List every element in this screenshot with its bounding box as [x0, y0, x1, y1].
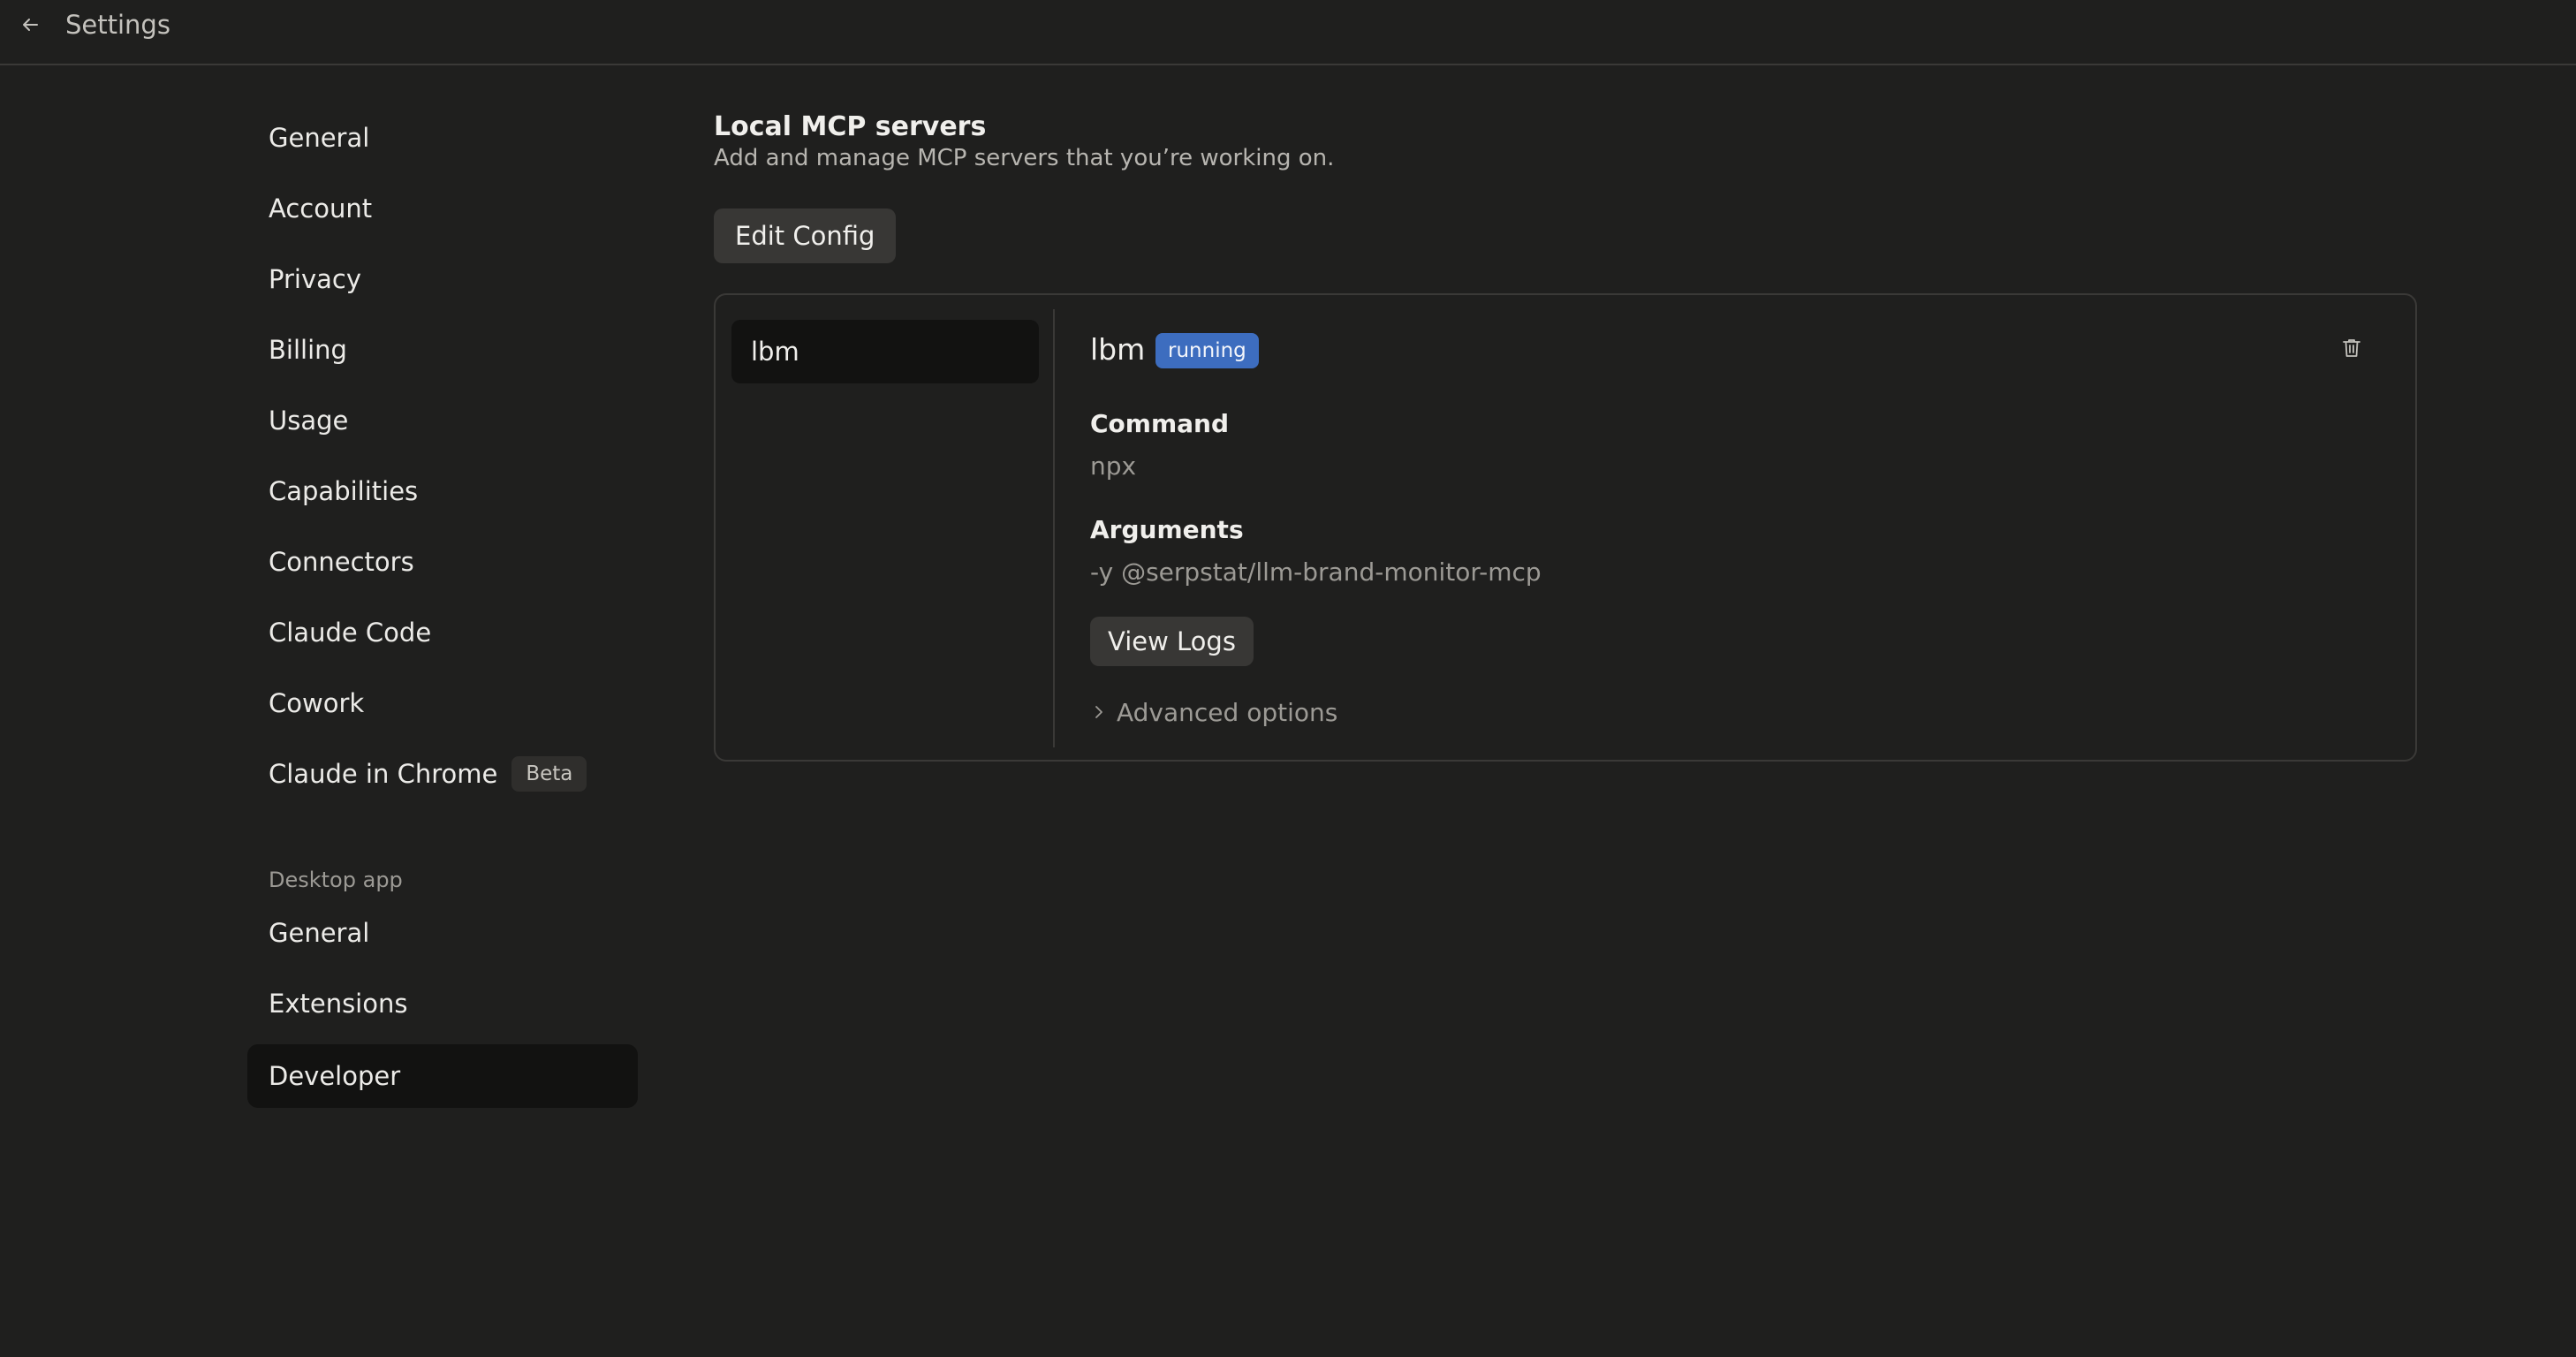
command-value: npx: [1090, 451, 1137, 481]
back-button[interactable]: [16, 11, 44, 39]
arrow-left-icon: [23, 19, 38, 31]
chevron-right-icon: [1095, 706, 1102, 718]
sidebar-item-privacy[interactable]: Privacy: [247, 247, 638, 311]
sidebar-item-claude-in-chrome[interactable]: Claude in Chrome Beta: [247, 742, 638, 806]
sidebar-item-label: Billing: [269, 335, 347, 365]
sidebar-item-capabilities[interactable]: Capabilities: [247, 459, 638, 523]
section-title: Local MCP servers: [714, 111, 987, 142]
sidebar-item-claude-code[interactable]: Claude Code: [247, 601, 638, 664]
section-description: Add and manage MCP servers that you’re w…: [714, 145, 1335, 171]
desktop-app-section-label: Desktop app: [269, 868, 403, 892]
sidebar-item-label: General: [269, 918, 370, 948]
beta-badge: Beta: [511, 756, 587, 792]
sidebar-item-label: Claude Code: [269, 618, 432, 648]
sidebar-item-billing[interactable]: Billing: [247, 318, 638, 382]
arguments-value: -y @serpstat/llm-brand-monitor-mcp: [1090, 557, 1542, 587]
sidebar-item-label: Account: [269, 193, 373, 224]
advanced-options-label: Advanced options: [1117, 697, 1338, 727]
view-logs-button[interactable]: View Logs: [1090, 617, 1254, 666]
top-bar: Settings: [0, 0, 2576, 65]
sidebar-item-desktop-general[interactable]: General: [247, 901, 638, 965]
status-badge: running: [1155, 333, 1259, 368]
sidebar-item-label: Capabilities: [269, 476, 419, 506]
sidebar-item-cowork[interactable]: Cowork: [247, 671, 638, 735]
sidebar-item-label: Claude in Chrome: [269, 759, 498, 789]
sidebar-item-label: Connectors: [269, 547, 414, 577]
sidebar-item-label: Usage: [269, 406, 349, 436]
sidebar-item-account[interactable]: Account: [247, 177, 638, 240]
sidebar-item-general[interactable]: General: [247, 106, 638, 170]
trash-icon: [2343, 339, 2360, 357]
delete-server-button[interactable]: [2336, 332, 2368, 364]
command-label: Command: [1090, 409, 1230, 438]
mcp-server-panel: lbm lbm running Command npx Arguments -y…: [714, 293, 2417, 762]
sidebar-item-extensions[interactable]: Extensions: [247, 972, 638, 1035]
sidebar-item-label: Privacy: [269, 264, 361, 294]
server-list-item-label: lbm: [751, 337, 799, 367]
sidebar-item-connectors[interactable]: Connectors: [247, 530, 638, 594]
sidebar-item-label: General: [269, 123, 370, 153]
page-title: Settings: [65, 10, 170, 40]
sidebar-item-label: Developer: [269, 1061, 401, 1091]
sidebar-item-usage[interactable]: Usage: [247, 389, 638, 452]
sidebar-item-label: Cowork: [269, 688, 365, 718]
sidebar-item-developer[interactable]: Developer: [247, 1044, 638, 1108]
sidebar-item-label: Extensions: [269, 989, 408, 1019]
arguments-label: Arguments: [1090, 515, 1244, 544]
server-name: lbm: [1090, 332, 1146, 367]
edit-config-button[interactable]: Edit Config: [714, 208, 897, 263]
advanced-options-toggle[interactable]: Advanced options: [1090, 694, 1337, 730]
panel-divider: [1053, 309, 1055, 747]
server-list-item[interactable]: lbm: [731, 320, 1039, 383]
